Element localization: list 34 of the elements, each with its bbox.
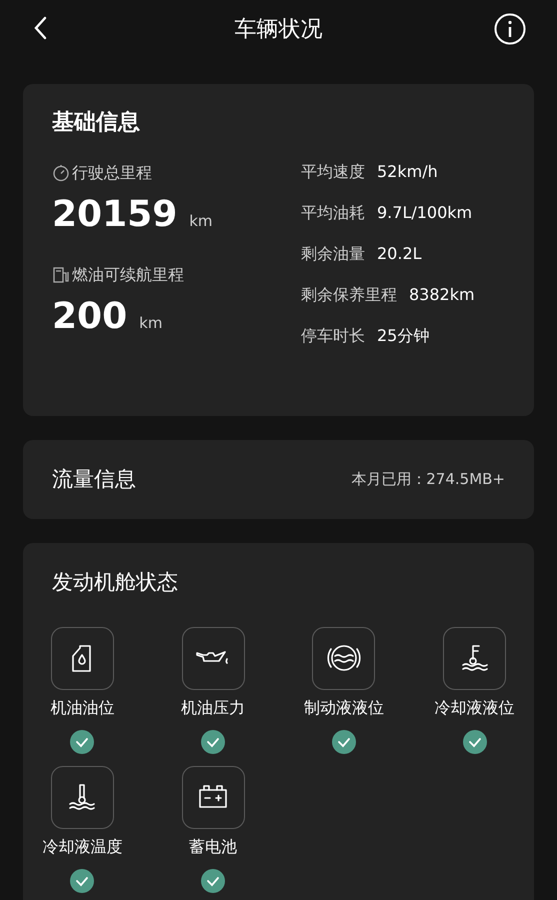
status-label: 制动液液位 <box>304 696 384 718</box>
section-title: 基础信息 <box>52 109 141 137</box>
info-button[interactable] <box>494 13 526 45</box>
stat-value: 52km/h <box>377 161 438 183</box>
metric-label: 燃油可续航里程 <box>72 264 184 286</box>
section-title: 发动机舱状态 <box>51 569 179 596</box>
section-title: 流量信息 <box>52 466 136 493</box>
battery-icon <box>198 784 228 810</box>
coolant-level-icon <box>460 643 490 673</box>
metric-unit: km <box>139 313 162 334</box>
status-label: 冷却液液位 <box>434 696 515 718</box>
stat-label: 剩余保养里程 <box>301 284 397 306</box>
status-label: 蓄电池 <box>189 836 238 858</box>
stat-value: 9.7L/100km <box>377 202 472 224</box>
stat-value: 20.2L <box>377 243 422 265</box>
status-label: 机油油位 <box>50 696 114 718</box>
stat-value: 25分钟 <box>377 325 430 347</box>
stat-label: 剩余油量 <box>301 243 365 265</box>
metric-value: 20159 <box>52 197 178 233</box>
coolant-temperature-icon <box>67 782 98 812</box>
status-label: 冷却液温度 <box>42 836 122 858</box>
data-usage-value: 本月已用：274.5MB+ <box>351 469 505 490</box>
status-label: 机油压力 <box>181 696 246 718</box>
fuel-pump-icon <box>52 266 70 284</box>
metric-value: 200 <box>52 299 128 335</box>
stat-label: 平均速度 <box>301 161 365 183</box>
oil-can-icon <box>196 649 230 667</box>
timer-icon <box>52 164 70 182</box>
stat-label: 平均油耗 <box>301 202 365 224</box>
stat-label: 停车时长 <box>301 325 365 347</box>
stat-value: 8382km <box>409 284 475 306</box>
metric-unit: km <box>189 211 213 232</box>
page-title: 车辆状况 <box>234 16 322 44</box>
metric-label: 行驶总里程 <box>72 162 152 184</box>
